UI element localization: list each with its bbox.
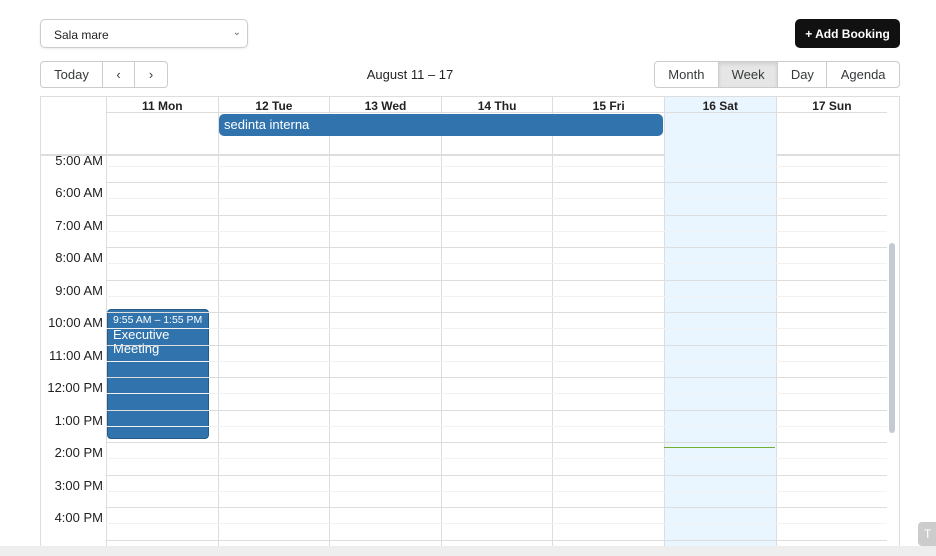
hour-line (106, 214, 887, 216)
today-button[interactable]: Today (41, 62, 103, 87)
room-select-value: Sala mare (54, 28, 109, 42)
time-label: 10:00 AM (48, 315, 103, 330)
hour-line (106, 182, 887, 183)
scrollbar[interactable] (889, 243, 895, 433)
half-hour-line (106, 263, 887, 265)
half-hour-line (106, 360, 887, 362)
chevron-down-icon: ⌄ (232, 27, 241, 38)
half-hour-line (106, 295, 887, 297)
half-hour-line (106, 458, 887, 460)
half-hour-line (106, 198, 887, 200)
footer-bar (0, 546, 936, 556)
half-hour-line (106, 490, 887, 492)
all-day-cell[interactable] (664, 113, 776, 156)
time-label: 7:00 AM (55, 217, 103, 233)
nav-group: Today ‹ › (40, 61, 168, 88)
week-calendar: sedinta interna 11 Mon 12 Tue 13 Wed 14 Thu… (40, 96, 900, 548)
time-label: 3:00 PM (54, 477, 103, 493)
time-label: 9:00 AM (55, 282, 103, 298)
all-day-cell[interactable] (775, 113, 888, 156)
all-day-cell[interactable] (106, 113, 218, 156)
day-header[interactable]: 17 Sun (775, 97, 888, 113)
time-label: 2:00 PM (54, 445, 103, 460)
time-label: 4:00 PM (54, 510, 103, 525)
corner-button[interactable]: T (918, 522, 936, 546)
all-day-event[interactable]: sedinta interna (219, 114, 663, 136)
hour-line (106, 312, 887, 313)
time-label: 5:00 AM (55, 156, 103, 168)
current-time-indicator (664, 446, 775, 448)
hour-line (106, 507, 887, 508)
half-hour-line (106, 425, 887, 427)
hour-line (106, 279, 887, 281)
hour-line (106, 377, 887, 378)
half-hour-line (106, 230, 887, 232)
event-time: 9:55 AM – 1:55 PM (113, 314, 203, 327)
half-hour-line (106, 328, 887, 330)
day-header[interactable]: 16 Sat (664, 97, 776, 113)
day-header[interactable]: 14 Thu (440, 97, 553, 113)
time-label: 1:00 PM (54, 412, 103, 428)
date-range-label: August 11 – 17 (366, 67, 454, 82)
day-header[interactable]: 13 Wed (329, 97, 441, 113)
day-header[interactable]: 15 Fri (552, 97, 664, 113)
day-header[interactable]: 11 Mon (106, 97, 218, 113)
next-button[interactable]: › (135, 62, 167, 87)
view-group: Month Week Day Agenda (654, 61, 900, 88)
tab-week[interactable]: Week (718, 62, 779, 87)
time-label: 11:00 AM (49, 347, 103, 363)
prev-button[interactable]: ‹ (103, 62, 135, 87)
tab-day[interactable]: Day (778, 62, 828, 87)
room-select[interactable]: Sala mare ⌄ (40, 19, 248, 48)
time-label: 8:00 AM (55, 250, 103, 265)
hour-line (106, 442, 887, 443)
day-header[interactable]: 12 Tue (217, 97, 330, 113)
time-label: 12:00 PM (47, 380, 103, 395)
hour-line (106, 409, 887, 411)
half-hour-line (106, 393, 887, 395)
add-booking-button[interactable]: + Add Booking (795, 19, 900, 48)
event-title: Executive Meeting (113, 327, 170, 357)
hour-line (106, 539, 887, 541)
tab-month[interactable]: Month (655, 62, 719, 87)
hour-line (106, 247, 887, 248)
calendar-header: sedinta interna 11 Mon 12 Tue 13 Wed 14 Thu… (41, 97, 899, 156)
hour-line (106, 474, 887, 476)
time-label: 6:00 AM (55, 185, 103, 200)
half-hour-line (106, 523, 887, 525)
tab-agenda[interactable]: Agenda (827, 62, 899, 87)
time-grid: 9:55 AM – 1:55 PM Executive Meeting 5:00… (41, 156, 887, 547)
half-hour-line (106, 165, 887, 167)
hour-line (106, 344, 887, 346)
